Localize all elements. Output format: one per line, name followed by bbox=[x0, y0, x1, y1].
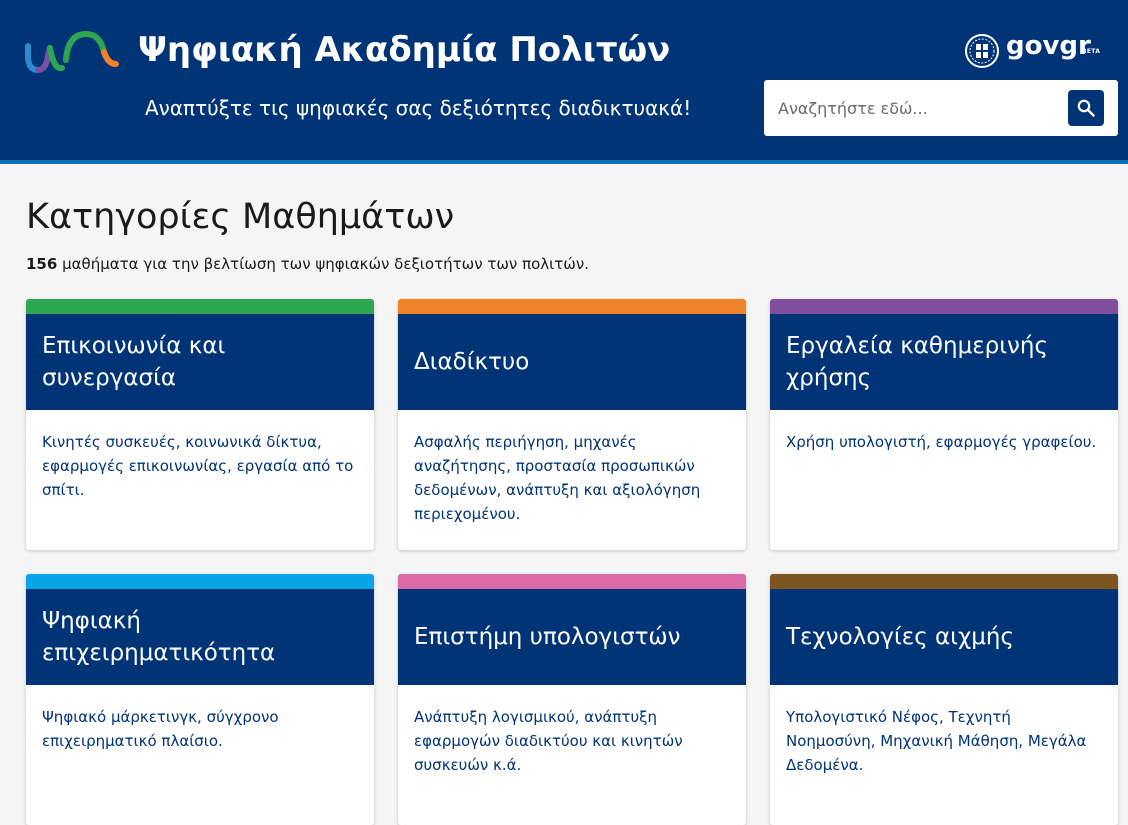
header-accent-line bbox=[0, 160, 1128, 164]
category-description: Ασφαλής περιήγηση, μηχανές αναζήτησης, π… bbox=[414, 433, 701, 523]
govgr-logo[interactable]: govgr BETA bbox=[964, 31, 1104, 69]
category-title[interactable]: Ψηφιακή επιχειρηματικότητα bbox=[42, 605, 358, 669]
search-box bbox=[764, 80, 1118, 136]
category-header[interactable]: Τεχνολογίες αιχμής bbox=[770, 589, 1118, 685]
category-description: Ψηφιακό μάρκετινγκ, σύγχρονο επιχειρηματ… bbox=[42, 708, 279, 750]
greek-seal-icon bbox=[965, 34, 999, 68]
page-title: Κατηγορίες Μαθημάτων bbox=[26, 197, 455, 237]
category-title[interactable]: Τεχνολογίες αιχμής bbox=[786, 621, 1014, 653]
category-card-internet[interactable]: Διαδίκτυο Ασφαλής περιήγηση, μηχανές ανα… bbox=[398, 299, 746, 550]
site-title[interactable]: Ψηφιακή Ακαδημία Πολιτών bbox=[138, 30, 670, 70]
category-header[interactable]: Διαδίκτυο bbox=[398, 314, 746, 410]
category-card-everyday-tools[interactable]: Εργαλεία καθημερινής χρήσης Χρήση υπολογ… bbox=[770, 299, 1118, 550]
category-header[interactable]: Επικοινωνία και συνεργασία bbox=[26, 314, 374, 410]
course-count-number: 156 bbox=[26, 255, 58, 273]
site-tagline: Αναπτύξτε τις ψηφιακές σας δεξιότητες δι… bbox=[145, 96, 692, 120]
category-color-bar bbox=[26, 299, 374, 314]
category-header[interactable]: Εργαλεία καθημερινής χρήσης bbox=[770, 314, 1118, 410]
category-description: Κινητές συσκευές, κοινωνικά δίκτυα, εφαρ… bbox=[42, 433, 354, 499]
category-color-bar bbox=[770, 299, 1118, 314]
academy-logo-icon[interactable] bbox=[24, 30, 120, 74]
search-input[interactable] bbox=[764, 80, 1064, 136]
category-color-bar bbox=[398, 299, 746, 314]
search-icon bbox=[1077, 99, 1095, 117]
beta-badge: BETA bbox=[1082, 48, 1101, 55]
site-header: Ψηφιακή Ακαδημία Πολιτών Αναπτύξτε τις ψ… bbox=[0, 0, 1128, 160]
category-header[interactable]: Ψηφιακή επιχειρηματικότητα bbox=[26, 589, 374, 685]
category-card-digital-entrepreneurship[interactable]: Ψηφιακή επιχειρηματικότητα Ψηφιακό μάρκε… bbox=[26, 574, 374, 825]
category-card-cutting-edge-tech[interactable]: Τεχνολογίες αιχμής Υπολογιστικό Νέφος, Τ… bbox=[770, 574, 1118, 825]
govgr-wordmark: govgr bbox=[1006, 31, 1091, 61]
course-count-text: μαθήματα για την βελτίωση των ψηφιακών δ… bbox=[57, 255, 589, 273]
category-header[interactable]: Επιστήμη υπολογιστών bbox=[398, 589, 746, 685]
category-color-bar bbox=[26, 574, 374, 589]
category-title[interactable]: Εργαλεία καθημερινής χρήσης bbox=[786, 330, 1102, 394]
category-description: Ανάπτυξη λογισμικού, ανάπτυξη εφαρμογών … bbox=[414, 708, 683, 774]
category-title[interactable]: Επικοινωνία και συνεργασία bbox=[42, 330, 358, 394]
category-description: Χρήση υπολογιστή, εφαρμογές γραφείου. bbox=[786, 433, 1097, 451]
category-title[interactable]: Επιστήμη υπολογιστών bbox=[414, 621, 681, 653]
category-title[interactable]: Διαδίκτυο bbox=[414, 346, 529, 378]
category-color-bar bbox=[398, 574, 746, 589]
category-card-communication[interactable]: Επικοινωνία και συνεργασία Κινητές συσκε… bbox=[26, 299, 374, 550]
course-count: 156 μαθήματα για την βελτίωση των ψηφιακ… bbox=[26, 255, 589, 273]
category-color-bar bbox=[770, 574, 1118, 589]
category-description: Υπολογιστικό Νέφος, Τεχνητή Νοημοσύνη, Μ… bbox=[786, 708, 1087, 774]
category-card-computer-science[interactable]: Επιστήμη υπολογιστών Ανάπτυξη λογισμικού… bbox=[398, 574, 746, 825]
search-button[interactable] bbox=[1068, 90, 1104, 126]
